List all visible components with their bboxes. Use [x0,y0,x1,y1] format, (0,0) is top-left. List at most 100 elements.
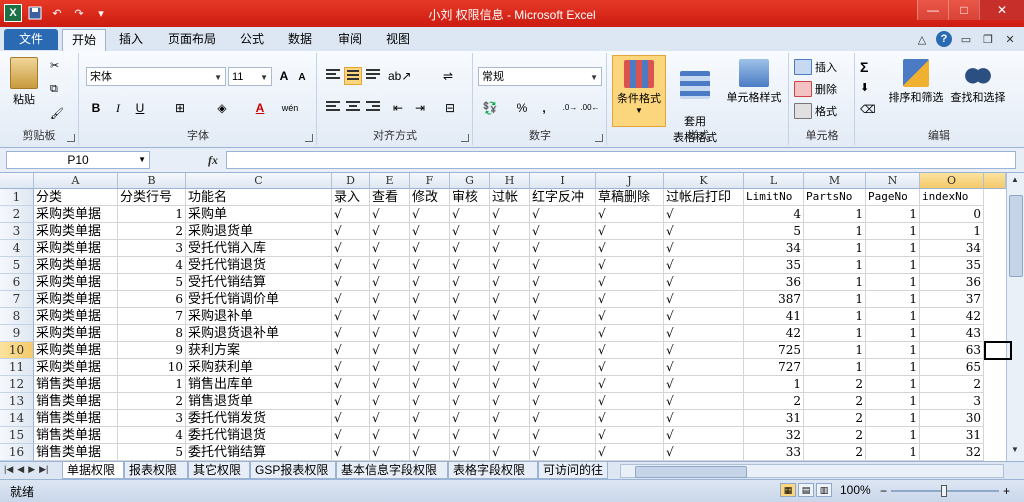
alignment-dialog-launcher[interactable] [461,134,469,142]
header-cell[interactable]: 草稿删除 [596,189,664,206]
sheet-tab[interactable]: 基本信息字段权限 [336,462,448,479]
checkmark-cell[interactable]: √ [450,257,490,274]
checkmark-cell[interactable]: √ [490,342,530,359]
column-header-A[interactable]: A [34,173,118,189]
checkmark-cell[interactable]: √ [530,274,596,291]
data-cell[interactable]: 3 [118,410,186,427]
checkmark-cell[interactable]: √ [530,376,596,393]
checkmark-cell[interactable]: √ [410,393,450,410]
checkmark-cell[interactable]: √ [530,325,596,342]
checkmark-cell[interactable]: √ [664,444,744,461]
column-header-B[interactable]: B [118,173,186,189]
data-cell[interactable]: 采购退货退补单 [186,325,332,342]
checkmark-cell[interactable]: √ [596,206,664,223]
checkmark-cell[interactable]: √ [490,393,530,410]
checkmark-cell[interactable]: √ [450,223,490,240]
sheet-tab[interactable]: GSP报表权限 [250,462,336,479]
phonetic-button[interactable]: wén [280,99,300,117]
comma-button[interactable]: , [534,99,554,117]
data-cell[interactable]: 6 [118,291,186,308]
checkmark-cell[interactable]: √ [490,376,530,393]
checkmark-cell[interactable]: √ [370,444,410,461]
merge-center-icon[interactable]: ⊟ [440,99,460,117]
increase-indent-icon[interactable]: ⇥ [410,99,430,117]
data-cell[interactable]: 采购类单据 [34,240,118,257]
row-header[interactable]: 1 [0,189,34,206]
column-header-I[interactable]: I [530,173,596,189]
data-cell[interactable]: 采购类单据 [34,359,118,376]
maximize-button[interactable]: □ [948,0,979,20]
zoom-out-button[interactable]: − [880,484,887,498]
data-cell[interactable]: 65 [920,359,984,376]
cell-styles-button[interactable]: 单元格样式 [724,55,784,105]
first-sheet-icon[interactable]: |◀ [4,464,13,475]
data-cell[interactable]: 34 [744,240,804,257]
checkmark-cell[interactable]: √ [596,308,664,325]
page-break-view-icon[interactable]: ▥ [816,483,832,497]
checkmark-cell[interactable]: √ [490,257,530,274]
checkmark-cell[interactable]: √ [332,274,370,291]
data-cell[interactable]: 4 [744,206,804,223]
data-cell[interactable]: 采购退货单 [186,223,332,240]
checkmark-cell[interactable]: √ [410,410,450,427]
data-cell[interactable]: 2 [804,410,866,427]
checkmark-cell[interactable]: √ [332,325,370,342]
last-sheet-icon[interactable]: ▶| [39,464,48,475]
data-cell[interactable]: 销售类单据 [34,427,118,444]
data-cell[interactable]: 37 [920,291,984,308]
increase-decimal-icon[interactable]: .0→ [560,99,580,117]
data-cell[interactable]: 43 [920,325,984,342]
checkmark-cell[interactable]: √ [370,427,410,444]
checkmark-cell[interactable]: √ [410,325,450,342]
orientation-icon[interactable]: ab↗ [388,67,411,85]
data-cell[interactable]: 725 [744,342,804,359]
checkmark-cell[interactable]: √ [596,325,664,342]
checkmark-cell[interactable]: √ [370,240,410,257]
font-size-dropdown[interactable]: 11 ▼ [228,67,272,86]
sheet-tab[interactable]: 单据权限 [62,462,124,479]
checkmark-cell[interactable]: √ [664,342,744,359]
align-bottom-icon[interactable] [364,67,382,85]
column-header-C[interactable]: C [186,173,332,189]
row-header[interactable]: 4 [0,240,34,257]
name-box[interactable]: P10 ▼ [6,151,150,169]
worksheet-grid[interactable]: ▲ ▼ A B C D E F G H I J K L M N O 1 分类 分类行号 功能名 录入 查看 修改 审核 过帐红… [0,173,1024,461]
checkmark-cell[interactable]: √ [664,410,744,427]
data-cell[interactable]: 3 [920,393,984,410]
checkmark-cell[interactable]: √ [332,427,370,444]
next-sheet-icon[interactable]: ▶ [28,464,35,475]
checkmark-cell[interactable]: √ [410,206,450,223]
row-header[interactable]: 5 [0,257,34,274]
data-cell[interactable]: 31 [920,427,984,444]
copy-icon[interactable]: ⧉ [50,83,58,96]
data-cell[interactable]: 36 [920,274,984,291]
row-header[interactable]: 16 [0,444,34,461]
data-cell[interactable]: 采购类单据 [34,206,118,223]
prev-sheet-icon[interactable]: ◀ [17,464,24,475]
checkmark-cell[interactable]: √ [410,240,450,257]
data-cell[interactable]: 7 [118,308,186,325]
checkmark-cell[interactable]: √ [596,291,664,308]
checkmark-cell[interactable]: √ [332,342,370,359]
data-cell[interactable]: 9 [118,342,186,359]
checkmark-cell[interactable]: √ [596,444,664,461]
checkmark-cell[interactable]: √ [410,274,450,291]
checkmark-cell[interactable]: √ [664,240,744,257]
checkmark-cell[interactable]: √ [490,206,530,223]
tab-data[interactable]: 数据 [280,29,320,50]
data-cell[interactable]: 1 [804,359,866,376]
checkmark-cell[interactable]: √ [332,410,370,427]
checkmark-cell[interactable]: √ [664,308,744,325]
checkmark-cell[interactable]: √ [332,223,370,240]
select-all-corner[interactable] [0,173,34,189]
align-center-icon[interactable] [344,99,362,117]
data-cell[interactable]: 采购类单据 [34,291,118,308]
checkmark-cell[interactable]: √ [332,393,370,410]
checkmark-cell[interactable]: √ [490,240,530,257]
checkmark-cell[interactable]: √ [596,342,664,359]
underline-button[interactable]: U [130,99,150,117]
align-top-icon[interactable] [324,67,342,85]
header-cell[interactable]: 分类行号 [118,189,186,206]
normal-view-icon[interactable]: ▦ [780,483,796,497]
zoom-slider[interactable] [891,485,1000,497]
